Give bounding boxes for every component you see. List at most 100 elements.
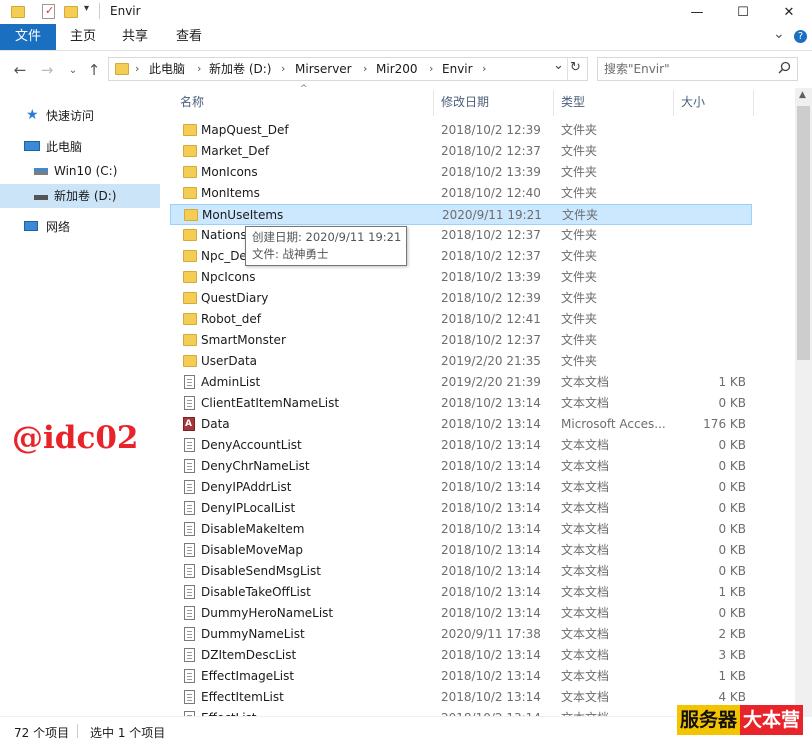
file-name: MonItems xyxy=(201,186,260,200)
nav-item-network[interactable]: 网络 xyxy=(0,215,160,239)
file-row[interactable]: DummyNameList 2020/9/11 17:38 文本文档 2 KB xyxy=(170,624,752,645)
breadcrumb-drive-d[interactable]: 新加卷 (D:) xyxy=(209,58,271,80)
file-row[interactable]: Robot_def 2018/10/2 12:41 文件夹 xyxy=(170,309,752,330)
file-type: 文本文档 xyxy=(561,522,610,536)
back-button[interactable]: ← xyxy=(9,59,31,81)
close-button[interactable]: ✕ xyxy=(766,0,812,24)
up-button[interactable]: ↑ xyxy=(83,59,105,81)
file-row[interactable]: SmartMonster 2018/10/2 12:37 文件夹 xyxy=(170,330,752,351)
file-row[interactable]: DummyHeroNameList 2018/10/2 13:14 文本文档 0 KB xyxy=(170,603,752,624)
tooltip-files: 文件: 战神勇士 xyxy=(252,247,329,261)
properties-icon[interactable]: ✓ xyxy=(42,4,55,19)
file-size: 0 KB xyxy=(718,606,746,620)
file-date: 2018/10/2 13:14 xyxy=(441,690,541,704)
file-row[interactable]: DisableTakeOffList 2018/10/2 13:14 文本文档 1 K… xyxy=(170,582,752,603)
nav-item-quick-access[interactable]: ★ 快速访问 xyxy=(0,104,160,128)
file-type: 文件夹 xyxy=(561,123,598,137)
nav-item-drive-c[interactable]: Win10 (C:) xyxy=(0,159,160,183)
file-row[interactable]: Data 2018/10/2 13:14 Microsoft Acces... 176… xyxy=(170,414,752,435)
file-type: 文件夹 xyxy=(561,312,598,326)
breadcrumb-separator[interactable]: › xyxy=(197,58,201,80)
breadcrumb-mir200[interactable]: Mir200 xyxy=(376,58,418,80)
file-row[interactable]: AdminList 2019/2/20 21:39 文本文档 1 KB xyxy=(170,372,752,393)
file-row[interactable]: EffectItemList 2018/10/2 13:14 文本文档 4 KB xyxy=(170,687,752,708)
file-row[interactable]: DenyIPLocalList 2018/10/2 13:14 文本文档 0 KB xyxy=(170,498,752,519)
star-icon: ★ xyxy=(26,107,39,123)
file-row[interactable]: QuestDiary 2018/10/2 12:39 文件夹 xyxy=(170,288,752,309)
column-divider[interactable] xyxy=(753,90,754,116)
nav-item-this-pc[interactable]: 此电脑 xyxy=(0,135,160,159)
file-row[interactable]: MapQuest_Def 2018/10/2 12:39 文件夹 xyxy=(170,120,752,141)
ribbon: 文件 主页 共享 查看 ⌄ ? xyxy=(0,24,812,51)
file-type: 文件夹 xyxy=(561,354,598,368)
file-date: 2019/2/20 21:35 xyxy=(441,354,541,368)
file-row[interactable]: EffectList 2018/10/2 13:14 文本文档 xyxy=(170,708,752,716)
column-divider[interactable] xyxy=(673,90,674,116)
address-dropdown-icon[interactable]: ⌄ xyxy=(553,58,564,73)
file-size: 0 KB xyxy=(718,501,746,515)
breadcrumb-this-pc[interactable]: 此电脑 xyxy=(149,58,185,80)
file-row[interactable]: UserData 2019/2/20 21:35 文件夹 xyxy=(170,351,752,372)
file-row[interactable]: DisableSendMsgList 2018/10/2 13:14 文本文档 0 K… xyxy=(170,561,752,582)
search-input[interactable] xyxy=(602,59,776,79)
breadcrumb-separator[interactable]: › xyxy=(429,58,433,80)
column-divider[interactable] xyxy=(433,90,434,116)
breadcrumb-separator[interactable]: › xyxy=(482,58,486,80)
file-row[interactable]: DenyIPAddrList 2018/10/2 13:14 文本文档 0 KB xyxy=(170,477,752,498)
refresh-icon[interactable]: ↻ xyxy=(570,60,581,75)
file-type: 文本文档 xyxy=(561,396,610,410)
minimize-button[interactable]: — xyxy=(674,0,720,24)
search-box[interactable] xyxy=(597,57,798,81)
breadcrumb-separator[interactable]: › xyxy=(135,58,139,80)
folder-icon xyxy=(183,292,197,304)
file-date: 2018/10/2 12:37 xyxy=(441,228,541,242)
column-divider[interactable] xyxy=(553,90,554,116)
text-document-icon xyxy=(184,543,195,557)
nav-item-drive-d[interactable]: 新加卷 (D:) xyxy=(0,184,160,208)
file-name: SmartMonster xyxy=(201,333,286,347)
file-row[interactable]: EffectImageList 2018/10/2 13:14 文本文档 1 KB xyxy=(170,666,752,687)
ribbon-expand-icon[interactable]: ⌄ xyxy=(773,26,785,42)
tab-view[interactable]: 查看 xyxy=(168,24,210,50)
column-header-type[interactable]: 类型 xyxy=(561,88,585,116)
quick-access-dropdown-icon[interactable]: ▾ xyxy=(84,3,89,14)
new-folder-icon[interactable] xyxy=(64,6,78,18)
file-row[interactable]: DenyChrNameList 2018/10/2 13:14 文本文档 0 KB xyxy=(170,456,752,477)
breadcrumb-separator[interactable]: › xyxy=(281,58,285,80)
divider xyxy=(99,3,100,19)
breadcrumb-separator[interactable]: › xyxy=(363,58,367,80)
file-row[interactable]: Market_Def 2018/10/2 12:37 文件夹 xyxy=(170,141,752,162)
forward-button[interactable]: → xyxy=(36,59,58,81)
file-type: 文本文档 xyxy=(561,606,610,620)
tab-home[interactable]: 主页 xyxy=(62,24,104,50)
help-icon[interactable]: ? xyxy=(794,30,807,43)
file-type: Microsoft Acces... xyxy=(561,417,666,431)
file-row[interactable]: MonUseItems 2020/9/11 19:21 文件夹 xyxy=(170,204,752,225)
file-row[interactable]: MonItems 2018/10/2 12:40 文件夹 xyxy=(170,183,752,204)
maximize-button[interactable]: ☐ xyxy=(720,0,766,24)
file-date: 2018/10/2 13:39 xyxy=(441,165,541,179)
column-header-date[interactable]: 修改日期 xyxy=(441,88,489,116)
search-icon[interactable] xyxy=(778,61,791,77)
file-name: MonIcons xyxy=(201,165,258,179)
file-row[interactable]: DZItemDescList 2018/10/2 13:14 文本文档 3 KB xyxy=(170,645,752,666)
file-row[interactable]: DisableMakeItem 2018/10/2 13:14 文本文档 0 KB xyxy=(170,519,752,540)
file-date: 2018/10/2 13:14 xyxy=(441,606,541,620)
tab-file[interactable]: 文件 xyxy=(0,24,56,50)
file-row[interactable]: MonIcons 2018/10/2 13:39 文件夹 xyxy=(170,162,752,183)
file-type: 文本文档 xyxy=(561,690,610,704)
tab-share[interactable]: 共享 xyxy=(114,24,156,50)
file-row[interactable]: DenyAccountList 2018/10/2 13:14 文本文档 0 KB xyxy=(170,435,752,456)
scrollbar-thumb[interactable] xyxy=(797,106,810,360)
column-header-name[interactable]: 名称 xyxy=(180,88,204,116)
file-row[interactable]: ClientEatItemNameList 2018/10/2 13:14 文本文档… xyxy=(170,393,752,414)
recent-locations-button[interactable]: ⌄ xyxy=(62,59,84,81)
address-bar[interactable]: › 此电脑 › 新加卷 (D:) › Mirserver › Mir200 › … xyxy=(108,57,588,81)
column-header-size[interactable]: 大小 xyxy=(681,88,705,116)
file-row[interactable]: DisableMoveMap 2018/10/2 13:14 文本文档 0 KB xyxy=(170,540,752,561)
scroll-up-icon[interactable]: ▲ xyxy=(799,90,806,100)
breadcrumb-envir[interactable]: Envir xyxy=(442,58,473,80)
breadcrumb-mirserver[interactable]: Mirserver xyxy=(295,58,352,80)
file-row[interactable]: NpcIcons 2018/10/2 13:39 文件夹 xyxy=(170,267,752,288)
vertical-scrollbar[interactable]: ▲ xyxy=(795,88,812,716)
